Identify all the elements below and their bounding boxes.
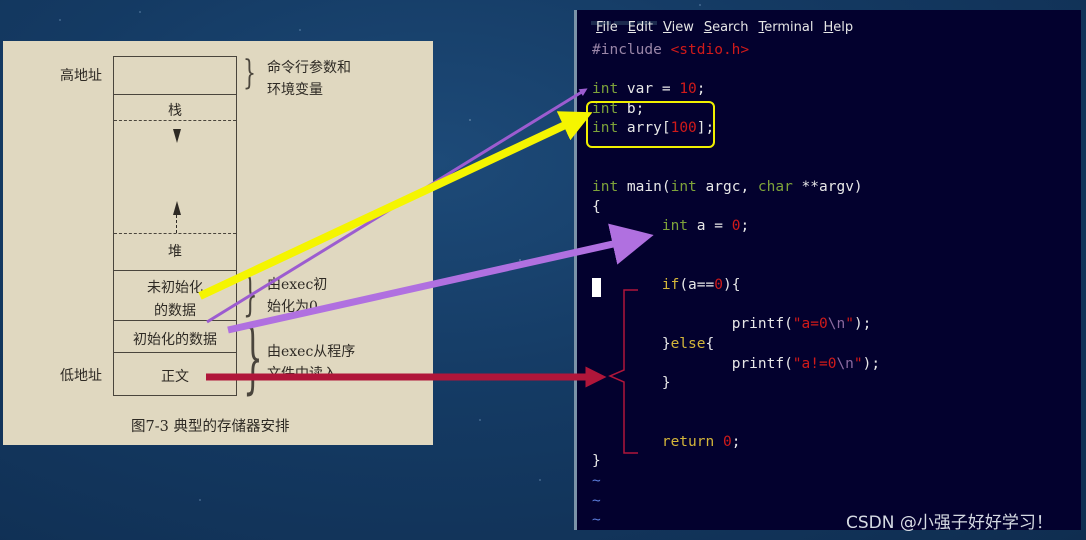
main-body-brace (608, 289, 638, 454)
arrows-overlay (198, 88, 654, 454)
arrow-bss-to-uninit-vars (198, 111, 593, 300)
csdn-watermark: CSDN @小强子好好学习！ (846, 513, 1053, 533)
